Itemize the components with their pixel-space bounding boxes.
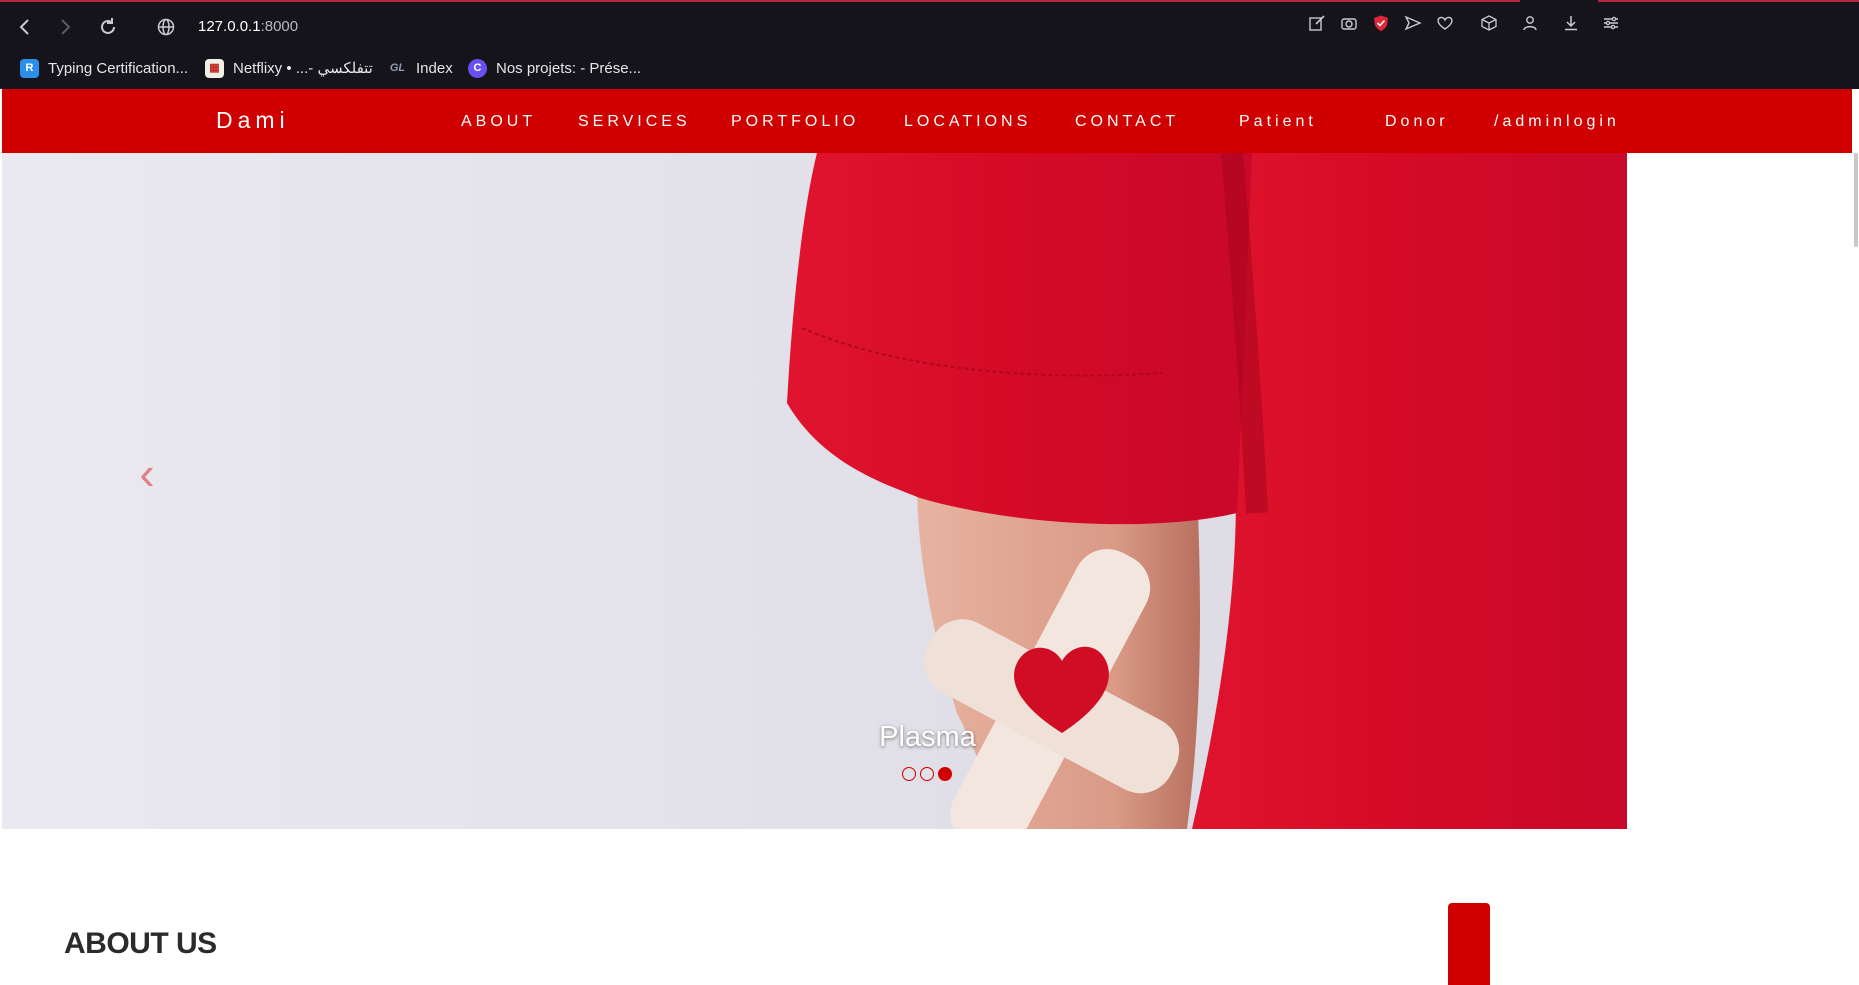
url-port: :8000 [260, 18, 299, 35]
bookmark-label: Index [416, 59, 453, 77]
site-navbar: Dami ABOUT SERVICES PORTFOLIO LOCATIONS … [2, 89, 1852, 153]
bookmark-nos-projets[interactable]: C Nos projets: - Prése... [468, 58, 641, 78]
bookmark-netflixy[interactable]: ▦ Netflixy • ...- تتفلكسي [205, 58, 373, 78]
nav-patient[interactable]: Patient [1239, 113, 1317, 131]
nav-donor[interactable]: Donor [1385, 113, 1449, 131]
address-bar-row: 127.0.0.1:8000 [0, 8, 1859, 46]
carousel-indicators [902, 767, 952, 781]
nav-about[interactable]: ABOUT [461, 113, 536, 131]
bookmark-typing[interactable]: R Typing Certification... [20, 58, 188, 78]
settings-sliders-icon[interactable] [1599, 14, 1623, 40]
page-scrollbar[interactable] [1852, 153, 1859, 985]
tab-strip-accent [1598, 0, 1859, 2]
carousel-indicator-active[interactable] [938, 767, 952, 781]
camera-icon[interactable] [1337, 14, 1361, 40]
browser-chrome: 127.0.0.1:8000 R Typing Certification...… [0, 0, 1859, 89]
address-input[interactable]: 127.0.0.1:8000 [198, 18, 298, 35]
bookmark-label: Typing Certification... [48, 59, 189, 77]
slide-caption: Plasma [879, 721, 976, 753]
scrollbar-thumb[interactable] [1854, 153, 1858, 247]
download-icon[interactable] [1559, 14, 1583, 40]
cube-icon[interactable] [1477, 14, 1501, 40]
chevron-left-icon: ‹ [139, 447, 155, 499]
heart-icon[interactable] [1433, 14, 1457, 40]
bookmark-label: Nos projets: - Prése... [496, 59, 642, 77]
back-arrow-icon[interactable] [12, 14, 38, 40]
site-brand[interactable]: Dami [216, 107, 290, 134]
bookmark-index[interactable]: GL Index [388, 58, 453, 78]
netflixy-icon: ▦ [205, 58, 224, 78]
carousel-prev-button[interactable]: ‹ [127, 443, 167, 503]
bookmark-label: Netflixy • ...- تتفلكسي [233, 60, 373, 77]
nav-locations[interactable]: LOCATIONS [904, 113, 1031, 131]
nav-services[interactable]: SERVICES [578, 113, 691, 131]
reload-icon[interactable] [95, 14, 121, 40]
carousel-indicator[interactable] [920, 767, 934, 781]
canva-icon: C [468, 58, 487, 78]
tab-strip-accent [0, 0, 1520, 2]
bookmarks-bar: R Typing Certification... ▦ Netflixy • .… [0, 54, 1859, 82]
web-page: Dami ABOUT SERVICES PORTFOLIO LOCATIONS … [0, 89, 1859, 985]
nav-portfolio[interactable]: PORTFOLIO [731, 113, 859, 131]
nav-contact[interactable]: CONTACT [1075, 113, 1179, 131]
carousel-indicator[interactable] [902, 767, 916, 781]
profile-icon[interactable] [1518, 14, 1542, 40]
about-heading: ABOUT US [64, 927, 217, 960]
typing-icon: R [20, 58, 39, 78]
forward-arrow-icon[interactable] [52, 14, 78, 40]
hero-carousel: ‹ › Plasma [2, 153, 1627, 829]
url-host: 127.0.0.1 [198, 18, 261, 35]
edit-page-icon[interactable] [1305, 14, 1329, 40]
gl-icon: GL [389, 61, 406, 74]
globe-icon [156, 17, 176, 37]
shield-icon[interactable] [1369, 14, 1393, 40]
nav-adminlogin[interactable]: /adminlogin [1494, 113, 1620, 131]
about-accent-block [1448, 903, 1490, 985]
send-icon[interactable] [1401, 14, 1425, 40]
